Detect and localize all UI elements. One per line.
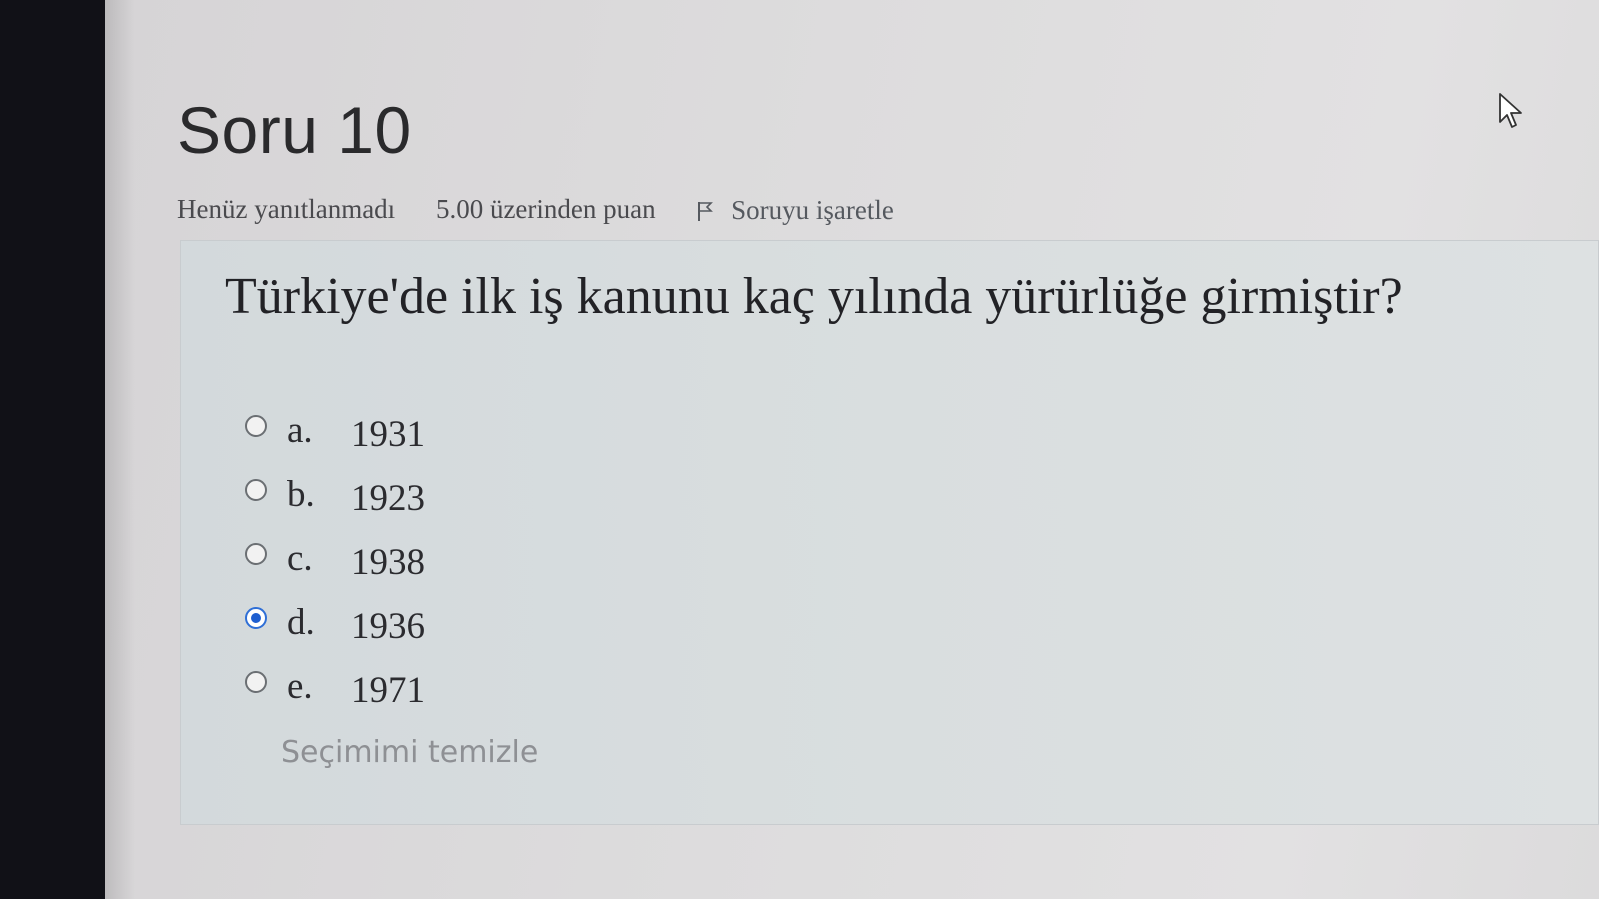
answer-value: 1931 [351,414,425,455]
answer-radio-b[interactable] [245,479,267,501]
answer-value: 1971 [351,670,425,711]
answer-letter: b. [287,474,315,515]
screen-edge-shadow [105,0,135,899]
question-title: Soru 10 [177,93,412,167]
answer-letter: e. [287,666,313,707]
answer-letter: c. [287,538,313,579]
answer-radio-d[interactable] [245,607,267,629]
question-content: Türkiye'de ilk iş kanunu kaç yılında yür… [180,240,1599,825]
answer-radio-a[interactable] [245,415,267,437]
mouse-pointer-icon [1499,93,1522,128]
flag-question-label: Soruyu işaretle [731,195,894,226]
answer-value: 1923 [351,478,425,519]
browser-screen: Soru 10 Henüz yanıtlanmadı 5.00 üzerinde… [105,0,1599,899]
question-status: Henüz yanıtlanmadı [177,194,396,225]
answer-radio-e[interactable] [245,671,267,693]
answer-letter: d. [287,602,315,643]
answer-radio-c[interactable] [245,543,267,565]
answer-value: 1936 [351,606,425,647]
flag-question-link[interactable]: Soruyu işaretle [696,193,894,226]
flag-icon [698,201,714,221]
clear-choice-link[interactable]: Seçimimi temizle [281,735,538,770]
answer-value: 1938 [351,542,425,583]
question-points: 5.00 üzerinden puan [435,194,656,225]
question-info: Henüz yanıtlanmadı 5.00 üzerinden puan S… [177,192,894,226]
question-text: Türkiye'de ilk iş kanunu kaç yılında yür… [225,268,1403,325]
answer-letter: a. [287,410,313,451]
